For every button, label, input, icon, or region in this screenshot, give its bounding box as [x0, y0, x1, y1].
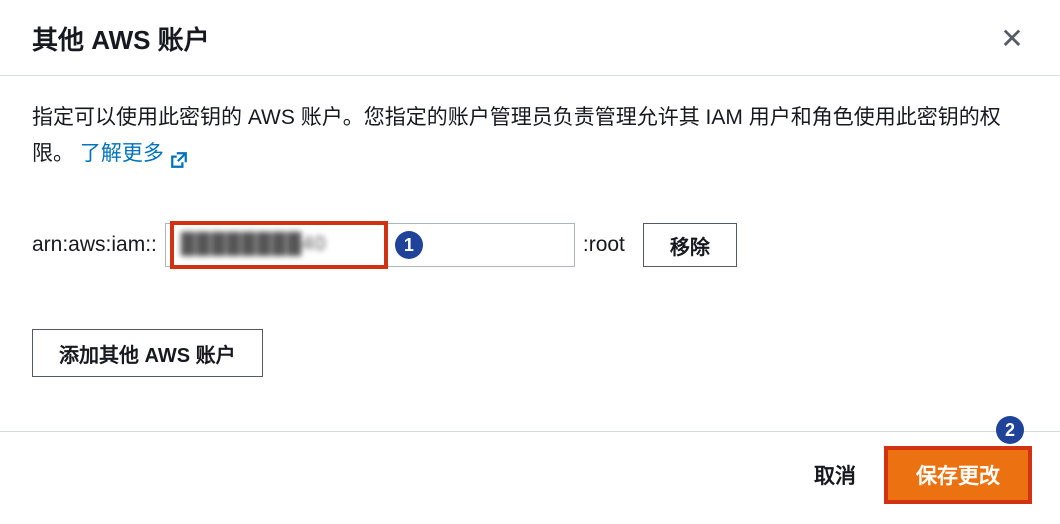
modal-body: 指定可以使用此密钥的 AWS 账户。您指定的账户管理员负责管理允许其 IAM 用…: [0, 76, 1060, 431]
modal-footer: 取消 2 保存更改: [0, 431, 1060, 524]
modal-title: 其他 AWS 账户: [32, 20, 210, 57]
close-icon: ✕: [1000, 22, 1023, 55]
remove-account-button[interactable]: 移除: [643, 223, 737, 267]
add-account-label: 添加其他 AWS 账户: [59, 345, 236, 367]
account-input-wrap: ████████40 1: [165, 223, 575, 267]
account-id-input[interactable]: [165, 223, 575, 267]
save-label: 保存更改: [916, 465, 1000, 488]
add-another-account-button[interactable]: 添加其他 AWS 账户: [32, 329, 263, 377]
arn-prefix-label: arn:aws:iam::: [32, 233, 157, 257]
save-changes-button[interactable]: 保存更改: [888, 450, 1028, 500]
arn-row: arn:aws:iam:: ████████40 1 :root 移除: [32, 223, 1028, 267]
external-link-icon: [170, 145, 188, 163]
close-button[interactable]: ✕: [996, 23, 1028, 55]
modal-header: 其他 AWS 账户 ✕: [0, 0, 1060, 76]
arn-suffix-label: :root: [583, 233, 625, 257]
callout-badge-2: 2: [996, 416, 1024, 444]
cancel-label: 取消: [814, 465, 856, 488]
description-text: 指定可以使用此密钥的 AWS 账户。您指定的账户管理员负责管理允许其 IAM 用…: [32, 100, 1028, 171]
cancel-button[interactable]: 取消: [806, 452, 864, 498]
save-button-wrap: 2 保存更改: [888, 450, 1028, 500]
remove-button-label: 移除: [670, 237, 710, 259]
learn-more-label: 了解更多: [80, 136, 164, 172]
other-aws-accounts-modal: 其他 AWS 账户 ✕ 指定可以使用此密钥的 AWS 账户。您指定的账户管理员负…: [0, 0, 1060, 524]
learn-more-link[interactable]: 了解更多: [80, 136, 188, 172]
